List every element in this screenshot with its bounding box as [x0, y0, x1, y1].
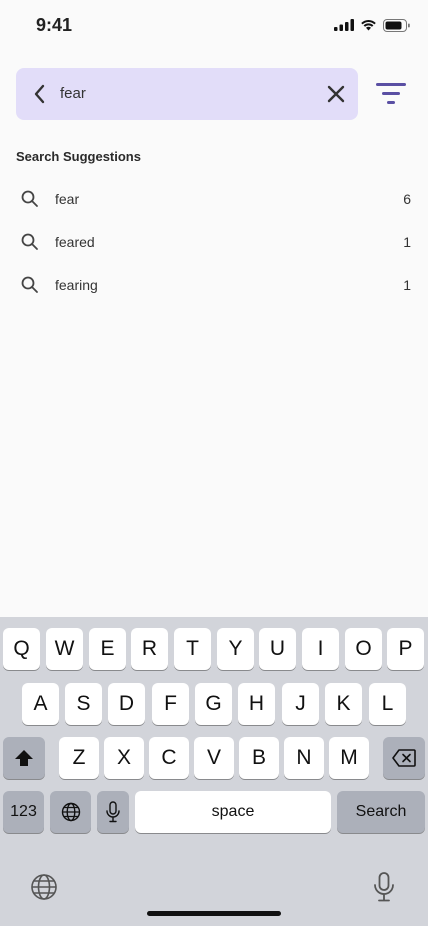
- filter-button[interactable]: [372, 78, 410, 110]
- suggestion-count: 6: [403, 191, 411, 207]
- status-icons: [334, 17, 410, 33]
- key-d[interactable]: D: [108, 683, 145, 725]
- key-i[interactable]: I: [302, 628, 339, 670]
- microphone-icon: [106, 801, 120, 823]
- dictation-key[interactable]: [97, 791, 129, 833]
- key-r[interactable]: R: [131, 628, 168, 670]
- key-l[interactable]: L: [369, 683, 406, 725]
- key-k[interactable]: K: [325, 683, 362, 725]
- search-suggestions-title: Search Suggestions: [16, 149, 141, 164]
- key-w[interactable]: W: [46, 628, 83, 670]
- search-key[interactable]: Search: [337, 791, 425, 833]
- suggestion-word: feared: [55, 234, 95, 250]
- suggestion-item[interactable]: feared 1: [0, 222, 428, 262]
- suggestion-item[interactable]: fearing 1: [0, 265, 428, 305]
- shift-key[interactable]: [3, 737, 45, 779]
- key-e[interactable]: E: [89, 628, 126, 670]
- battery-icon: [383, 18, 410, 32]
- search-icon: [21, 276, 38, 293]
- back-button[interactable]: [28, 82, 52, 106]
- key-b[interactable]: B: [239, 737, 279, 779]
- clear-x-icon: [327, 85, 345, 103]
- key-x[interactable]: X: [104, 737, 144, 779]
- key-m[interactable]: M: [329, 737, 369, 779]
- search-icon: [21, 233, 38, 250]
- key-p[interactable]: P: [387, 628, 424, 670]
- home-indicator: [147, 911, 281, 916]
- status-bar: 9:41: [0, 0, 428, 50]
- search-bar: fear: [16, 68, 358, 120]
- backspace-icon: [392, 749, 416, 767]
- suggestion-word: fearing: [55, 277, 98, 293]
- globe-icon: [31, 874, 57, 900]
- key-q[interactable]: Q: [3, 628, 40, 670]
- suggestion-count: 1: [403, 277, 411, 293]
- shift-icon: [15, 750, 33, 766]
- key-j[interactable]: J: [282, 683, 319, 725]
- signal-icon: [334, 19, 354, 31]
- search-icon: [21, 190, 38, 207]
- key-f[interactable]: F: [152, 683, 189, 725]
- status-time: 9:41: [36, 15, 73, 35]
- key-a[interactable]: A: [22, 683, 59, 725]
- key-s[interactable]: S: [65, 683, 102, 725]
- keyboard-switch-button[interactable]: [30, 873, 58, 901]
- key-u[interactable]: U: [259, 628, 296, 670]
- globe-icon: [61, 802, 80, 822]
- backspace-key[interactable]: [383, 737, 425, 779]
- key-h[interactable]: H: [238, 683, 275, 725]
- key-y[interactable]: Y: [217, 628, 254, 670]
- back-chevron-icon: [34, 84, 45, 104]
- clear-search-button[interactable]: [324, 82, 348, 106]
- key-v[interactable]: V: [194, 737, 234, 779]
- dictation-button[interactable]: [372, 871, 396, 903]
- search-input[interactable]: fear: [60, 85, 86, 102]
- filter-icon: [376, 83, 406, 104]
- space-key[interactable]: space: [135, 791, 331, 833]
- suggestion-count: 1: [403, 234, 411, 250]
- key-o[interactable]: O: [345, 628, 382, 670]
- numbers-key[interactable]: 123: [3, 791, 44, 833]
- suggestion-item[interactable]: fear 6: [0, 179, 428, 219]
- suggestion-word: fear: [55, 191, 80, 207]
- key-g[interactable]: G: [195, 683, 232, 725]
- microphone-icon: [374, 872, 394, 902]
- key-z[interactable]: Z: [59, 737, 99, 779]
- globe-key[interactable]: [50, 791, 91, 833]
- key-c[interactable]: C: [149, 737, 189, 779]
- wifi-icon: [361, 20, 376, 31]
- key-t[interactable]: T: [174, 628, 211, 670]
- key-n[interactable]: N: [284, 737, 324, 779]
